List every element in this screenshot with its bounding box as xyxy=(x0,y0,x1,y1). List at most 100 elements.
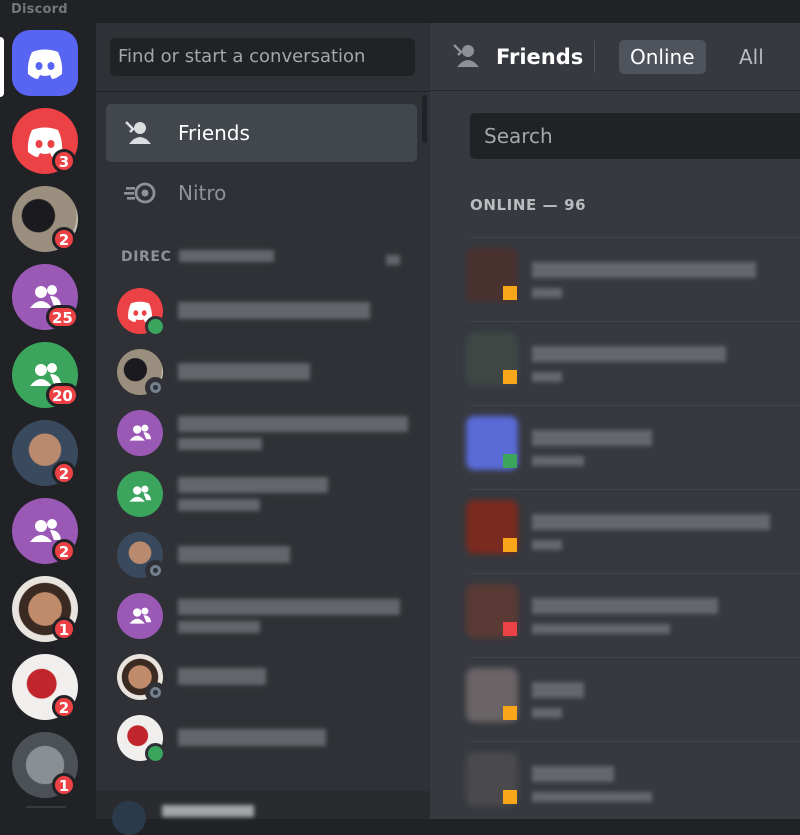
status-online-icon xyxy=(503,454,517,468)
dm-item[interactable] xyxy=(106,280,417,342)
dm-item[interactable] xyxy=(106,524,417,586)
friends-icon xyxy=(453,44,479,67)
server-icon[interactable]: 1 xyxy=(12,732,78,798)
friend-row[interactable] xyxy=(466,741,800,826)
status-idle-icon xyxy=(503,790,517,804)
status-offline-icon xyxy=(145,377,166,398)
title-bar: Discord xyxy=(0,0,800,23)
status-offline-icon xyxy=(145,682,166,703)
blurred-text xyxy=(532,766,614,782)
blurred-text xyxy=(178,499,260,511)
dm-item[interactable] xyxy=(106,402,417,464)
server-rail: 3 2 25 20 2 2 1 2 1 xyxy=(0,23,96,819)
server-icon[interactable]: 20 xyxy=(12,342,79,408)
mention-badge: 2 xyxy=(52,227,76,251)
nav-nitro[interactable]: Nitro xyxy=(106,164,417,222)
blurred-text xyxy=(178,668,266,685)
blurred-text xyxy=(178,546,290,563)
tab-all[interactable]: All xyxy=(728,40,775,74)
mention-badge: 1 xyxy=(52,773,76,797)
mention-badge: 2 xyxy=(52,539,76,563)
mention-badge: 1 xyxy=(52,617,76,641)
group-icon xyxy=(129,424,152,441)
home-button[interactable] xyxy=(12,30,78,96)
server-icon[interactable]: 2 xyxy=(12,654,78,720)
main-header: Friends Online All xyxy=(430,23,800,91)
avatar xyxy=(117,349,166,398)
avatar xyxy=(117,532,166,581)
add-dm-icon[interactable] xyxy=(386,255,400,265)
mention-badge: 20 xyxy=(46,383,79,407)
nav-friends[interactable]: Friends xyxy=(106,104,417,162)
dm-item[interactable] xyxy=(106,341,417,403)
status-idle-icon xyxy=(503,370,517,384)
direct-messages-header: DIREC xyxy=(121,249,274,265)
discord-logo-icon xyxy=(27,49,63,79)
selected-indicator xyxy=(0,37,4,97)
server-icon[interactable]: 25 xyxy=(12,264,79,330)
blurred-text xyxy=(178,416,408,432)
blurred-text xyxy=(178,729,326,746)
status-dnd-icon xyxy=(503,622,517,636)
friend-row[interactable] xyxy=(466,237,800,322)
online-count-label: ONLINE — 96 xyxy=(470,196,587,214)
friends-main: Friends Online All Search ONLINE — 96 xyxy=(430,23,800,819)
blurred-text xyxy=(532,682,584,698)
friend-row[interactable] xyxy=(466,573,800,658)
status-offline-icon xyxy=(145,560,166,581)
server-icon[interactable]: 1 xyxy=(12,576,78,642)
server-icon[interactable]: 3 xyxy=(12,108,78,174)
nitro-icon xyxy=(124,182,156,204)
dm-item[interactable] xyxy=(106,707,417,769)
blurred-text xyxy=(532,456,584,466)
divider xyxy=(26,806,66,808)
mention-badge: 25 xyxy=(46,305,79,329)
blurred-text xyxy=(532,514,770,530)
blurred-text xyxy=(532,430,652,446)
blurred-text xyxy=(178,363,310,380)
avatar xyxy=(117,288,166,337)
blurred-text xyxy=(178,477,328,493)
group-icon xyxy=(129,485,152,502)
blurred-text xyxy=(178,438,262,450)
blurred-text xyxy=(178,599,400,615)
dm-sidebar: Find or start a conversation Friends Nit… xyxy=(96,23,430,835)
divider xyxy=(594,41,595,73)
avatar[interactable] xyxy=(112,801,146,835)
blurred-text xyxy=(162,805,254,817)
friends-icon xyxy=(125,121,151,144)
status-idle-icon xyxy=(503,706,517,720)
mention-badge: 2 xyxy=(52,695,76,719)
friend-row[interactable] xyxy=(466,405,800,490)
friend-row[interactable] xyxy=(466,489,800,574)
search-input[interactable]: Search xyxy=(470,113,800,159)
find-conversation-button[interactable]: Find or start a conversation xyxy=(110,38,415,76)
app-title: Discord xyxy=(11,2,68,17)
avatar xyxy=(117,593,163,639)
friend-row[interactable] xyxy=(466,321,800,406)
server-icon[interactable]: 2 xyxy=(12,420,78,486)
nav-label: Nitro xyxy=(178,181,227,205)
friend-row[interactable] xyxy=(466,657,800,742)
scrollbar[interactable] xyxy=(422,95,427,143)
nav-label: Friends xyxy=(178,121,250,145)
avatar xyxy=(117,471,163,517)
blurred-text xyxy=(532,624,670,634)
server-icon[interactable]: 2 xyxy=(12,186,78,252)
dm-item[interactable] xyxy=(106,585,417,647)
mention-badge: 3 xyxy=(52,149,76,173)
blurred-text xyxy=(178,250,274,262)
blurred-text xyxy=(178,621,260,633)
avatar xyxy=(117,654,166,703)
dm-item[interactable] xyxy=(106,646,417,708)
blurred-text xyxy=(532,346,726,362)
group-icon xyxy=(129,607,152,624)
mention-badge: 2 xyxy=(52,461,76,485)
dm-item[interactable] xyxy=(106,463,417,525)
status-online-icon xyxy=(145,316,166,337)
blurred-text xyxy=(532,372,562,382)
blurred-text xyxy=(532,792,652,802)
server-icon[interactable]: 2 xyxy=(12,498,78,564)
blurred-text xyxy=(532,288,562,298)
tab-online[interactable]: Online xyxy=(619,40,706,74)
